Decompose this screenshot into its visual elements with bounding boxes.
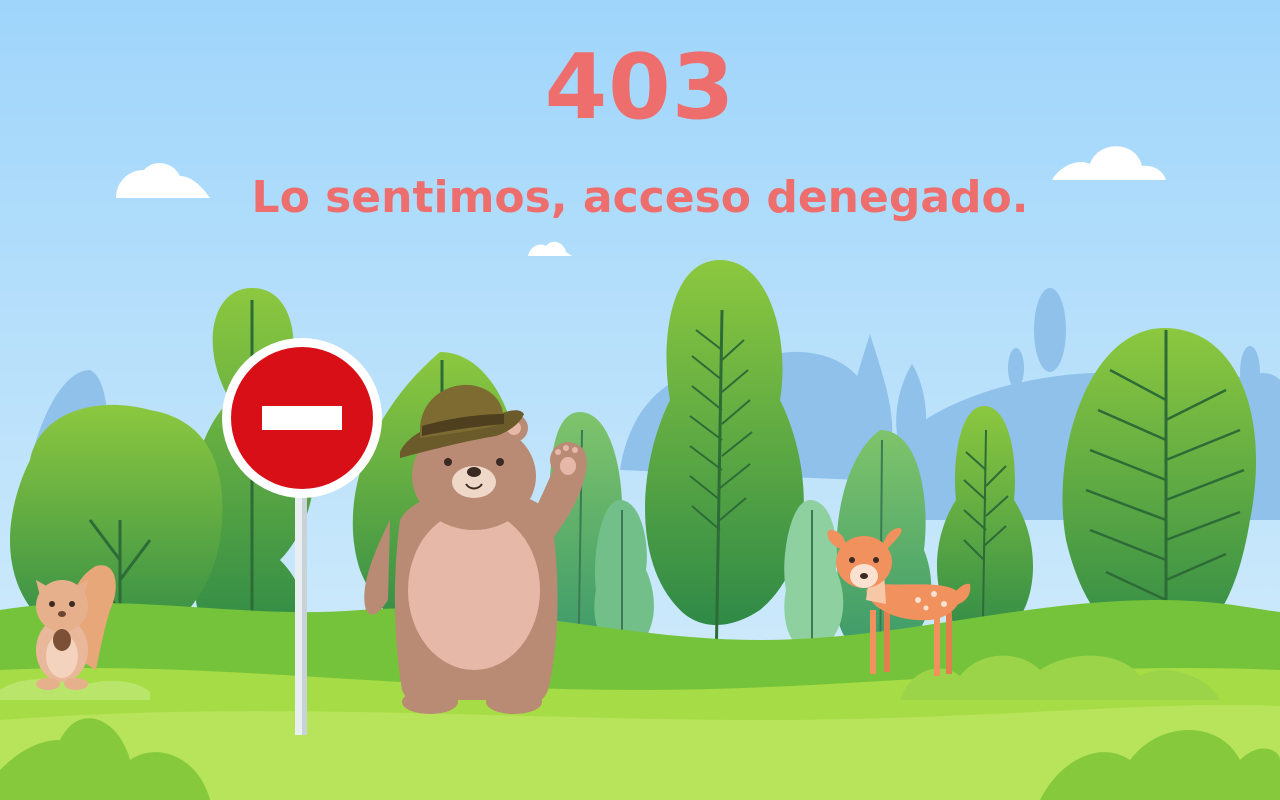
error-message: Lo sentimos, acceso denegado. <box>251 172 1029 223</box>
error-code: 403 <box>544 35 736 140</box>
